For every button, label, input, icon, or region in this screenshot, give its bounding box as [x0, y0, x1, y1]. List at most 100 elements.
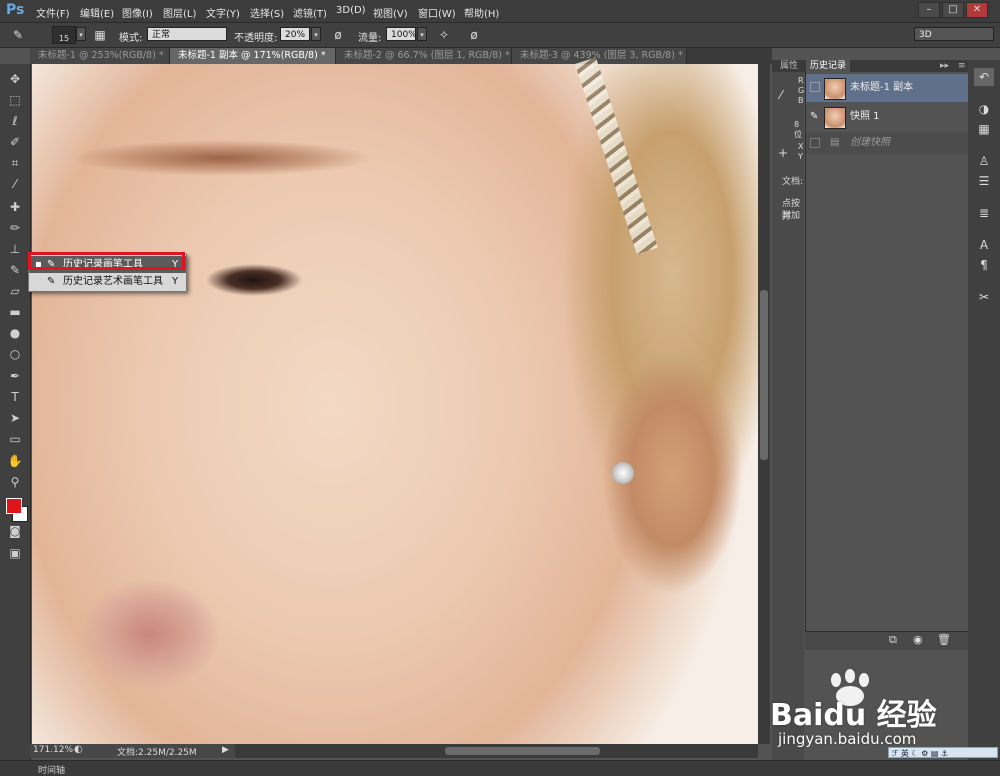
rectangle-tool-icon[interactable]: ▭ [4, 430, 26, 448]
history-panel-icon[interactable]: ↶ [974, 68, 994, 86]
history-item-label: 创建快照 [850, 137, 890, 148]
menu-3d[interactable]: 3D(D) [336, 5, 366, 16]
foreground-color-swatch[interactable] [6, 498, 22, 514]
eraser-tool-icon[interactable]: ▱ [4, 282, 26, 300]
info-x: X [798, 142, 804, 151]
history-source-checkbox[interactable] [810, 138, 820, 148]
document-canvas[interactable] [32, 64, 758, 744]
pressure-opacity-icon[interactable]: ø [330, 27, 346, 43]
layers-panel-icon[interactable]: ≣ [974, 204, 994, 222]
opacity-label: 不透明度: [234, 33, 278, 44]
tab-untitled-3[interactable]: 未标题-3 @ 439% (图层 3, RGB/8) * [512, 48, 687, 64]
trash-icon[interactable]: 🗑 [937, 633, 951, 646]
baidu-watermark: Baidu 经验 jingyan.baidu.com ℱ 英 ☾ ⚙ ▤ ⚓ [770, 668, 1000, 758]
baidu-brand-text: Baidu 经验 [770, 698, 937, 733]
type-tool-icon[interactable]: T [4, 388, 26, 406]
history-item-label: 未标题-1 副本 [850, 82, 914, 93]
blur-tool-icon[interactable]: ● [4, 324, 26, 342]
pen-tool-icon[interactable]: ✒ [4, 367, 26, 385]
dodge-tool-icon[interactable]: ○ [4, 345, 26, 363]
menu-window[interactable]: 窗口(W) [418, 5, 456, 20]
status-info-icon[interactable]: ◐ [74, 744, 83, 755]
brush-panel-icon[interactable]: ▦ [92, 27, 108, 43]
timeline-tab[interactable]: 时间轴 [38, 763, 65, 776]
history-snapshot-row[interactable]: 未标题-1 副本 [806, 74, 969, 102]
history-brush-source-icon[interactable]: ✎ [810, 103, 818, 131]
mode-select[interactable]: 正常 [147, 27, 227, 41]
airbrush-icon[interactable]: ✧ [436, 27, 452, 43]
status-menu-arrow-icon[interactable]: ▶ [222, 745, 229, 755]
history-state-row[interactable]: ▤ 创建快照 [806, 132, 969, 154]
brush-preset-dropdown[interactable]: ▾ [76, 27, 86, 41]
tab-history[interactable]: 历史记录 [806, 60, 851, 72]
baidu-url-text: jingyan.baidu.com [778, 730, 917, 748]
menu-type[interactable]: 文字(Y) [206, 5, 240, 20]
crop-tool-icon[interactable]: ⌗ [4, 154, 26, 172]
paragraph-panel-icon[interactable]: ¶ [974, 256, 994, 274]
menu-view[interactable]: 视图(V) [373, 5, 408, 20]
zoom-level[interactable]: 171.12% [33, 745, 73, 755]
hand-tool-icon[interactable]: ✋ [4, 452, 26, 470]
flow-dropdown[interactable]: ▾ [417, 27, 427, 41]
properties-panel-icon[interactable]: ☰ [974, 172, 994, 190]
menu-edit[interactable]: 编辑(E) [80, 5, 114, 20]
info-panel: ⁄ R G B 8 位 + X Y 文档: 点按并 附加 [772, 60, 804, 760]
menu-layer[interactable]: 图层(L) [163, 5, 196, 20]
eyedropper-tool-icon[interactable]: ⁄ [4, 175, 26, 193]
flyout-item-art-history-brush[interactable]: ✎ 历史记录艺术画笔工具 Y [29, 273, 186, 290]
brush-size-preview[interactable]: 15 [52, 26, 76, 44]
color-panel-icon[interactable]: ◑ [974, 100, 994, 118]
menu-filter[interactable]: 滤镜(T) [293, 5, 327, 20]
history-item-label: 快照 1 [850, 111, 880, 122]
tool-presets-icon[interactable]: ✂ [974, 288, 994, 306]
character-panel-icon[interactable]: A [974, 236, 994, 254]
gradient-tool-icon[interactable]: ▬ [4, 303, 26, 321]
maximize-button[interactable]: □ [942, 2, 964, 18]
menu-file[interactable]: 文件(F) [36, 5, 70, 20]
history-panel-footer: ⧉ ◉ 🗑 [805, 631, 968, 650]
clone-stamp-tool-icon[interactable]: ⊥ [4, 240, 26, 258]
flow-label: 流量: [358, 33, 382, 44]
quick-select-tool-icon[interactable]: ✐ [4, 133, 26, 151]
tab-untitled-1-copy[interactable]: 未标题-1 副本 @ 171%(RGB/8) * [170, 48, 336, 64]
quick-mask-icon[interactable]: ◙ [4, 522, 26, 540]
opacity-dropdown[interactable]: ▾ [311, 27, 321, 41]
workspace-select[interactable]: 3D [914, 27, 994, 41]
adjustments-panel-icon[interactable]: ♙ [974, 152, 994, 170]
menu-help[interactable]: 帮助(H) [464, 5, 499, 20]
opacity-input[interactable]: 20% [280, 27, 310, 41]
panel-collapse-icon[interactable]: ▸▸ [936, 60, 953, 72]
earring-detail [612, 462, 634, 484]
tab-untitled-1[interactable]: 未标题-1 @ 253%(RGB/8) * [30, 48, 170, 64]
info-r: R [798, 76, 804, 85]
horizontal-scroll-thumb[interactable] [445, 747, 600, 755]
camera-icon[interactable]: ◉ [913, 633, 923, 646]
close-button[interactable]: ✕ [966, 2, 988, 18]
tab-properties[interactable]: 属性 [776, 60, 802, 72]
history-brush-tool-icon[interactable]: ✎ [4, 261, 26, 279]
new-document-from-state-icon[interactable]: ⧉ [889, 633, 897, 647]
swatches-panel-icon[interactable]: ▦ [974, 120, 994, 138]
ime-toolbar[interactable]: ℱ 英 ☾ ⚙ ▤ ⚓ [888, 747, 998, 758]
flow-input[interactable]: 100% [386, 27, 417, 41]
menu-image[interactable]: 图像(I) [122, 5, 153, 20]
zoom-tool-icon[interactable]: ⚲ [4, 473, 26, 491]
ime-mode-icon: ℱ [892, 749, 899, 758]
screen-mode-icon[interactable]: ▣ [4, 544, 26, 562]
history-snapshot-row[interactable]: ✎ 快照 1 [806, 103, 969, 131]
options-bar: ✎ 15 ▾ ▦ 模式: 正常 不透明度: 20% ▾ ø 流量: 100% ▾… [0, 23, 1000, 48]
healing-brush-tool-icon[interactable]: ✚ [4, 198, 26, 216]
history-brush-icon[interactable]: ✎ [10, 27, 26, 43]
move-tool-icon[interactable]: ✥ [4, 70, 26, 88]
marquee-tool-icon[interactable]: ⬚ [4, 91, 26, 109]
menu-select[interactable]: 选择(S) [250, 5, 284, 20]
tab-untitled-2[interactable]: 未标题-2 @ 66.7% (图层 1, RGB/8) * [336, 48, 512, 64]
minimize-button[interactable]: – [918, 2, 940, 18]
path-select-tool-icon[interactable]: ➤ [4, 409, 26, 427]
pressure-size-icon[interactable]: ø [466, 27, 482, 43]
panel-icon-strip: ↶ ◑ ▦ ♙ ☰ ≣ A ¶ ✂ [968, 60, 1000, 760]
history-source-checkbox[interactable] [810, 82, 820, 92]
lasso-tool-icon[interactable]: ℓ [4, 112, 26, 130]
vertical-scroll-thumb[interactable] [760, 290, 768, 460]
brush-tool-icon[interactable]: ✏ [4, 219, 26, 237]
